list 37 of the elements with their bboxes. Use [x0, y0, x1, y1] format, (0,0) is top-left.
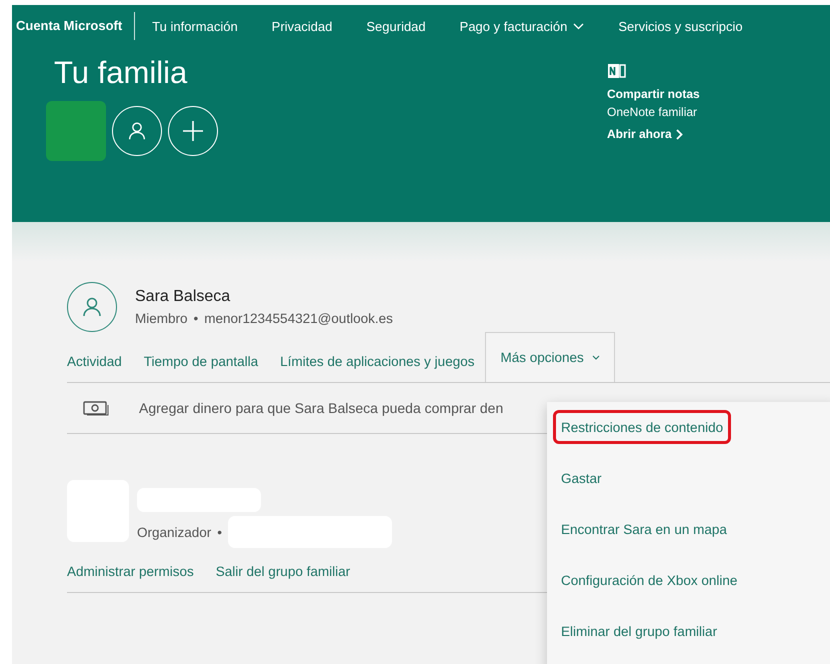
nav-link[interactable]: Pago y facturación [442, 18, 602, 34]
chevron-down-icon [573, 22, 584, 30]
organizer-action-link[interactable]: Administrar permisos [67, 552, 205, 592]
separator-dot: • [194, 311, 198, 326]
plus-icon [182, 120, 204, 142]
member-email: menor1234554321@outlook.es [204, 311, 393, 326]
chevron-down-icon [592, 355, 600, 360]
brand-title[interactable]: Cuenta Microsoft [12, 12, 136, 40]
nav-link[interactable]: Seguridad [349, 18, 443, 34]
member-role: Miembro [135, 311, 188, 326]
nav-link[interactable]: Privacidad [254, 18, 350, 34]
open-now-link[interactable]: Abrir ahora [607, 127, 700, 141]
promo-title: Compartir notas [607, 87, 700, 101]
money-icon [83, 400, 109, 416]
nav-link[interactable]: Tu información [135, 18, 255, 34]
menu-item[interactable]: Eliminar del grupo familiar [553, 614, 726, 648]
nav-link[interactable]: Servicios y suscripcio [601, 18, 760, 34]
notebook-icon [607, 61, 627, 81]
menu-item[interactable]: Restricciones de contenido [553, 410, 732, 444]
organizer-action-link[interactable]: Salir del grupo familiar [204, 552, 362, 592]
add-member-button[interactable] [168, 106, 218, 156]
notice-text: Agregar dinero para que Sara Balseca pueda comprar den [139, 400, 504, 416]
organizer-role: Organizador [137, 524, 212, 540]
person-icon [126, 120, 148, 142]
menu-item[interactable]: Configuración de Xbox online [553, 563, 746, 597]
more-options-button[interactable]: Más opciones [485, 332, 615, 382]
member-action-link[interactable]: Tiempo de pantalla [132, 342, 270, 382]
member-action-link[interactable]: Actividad [67, 342, 133, 382]
page-title: Tu familia [54, 55, 188, 91]
chevron-right-icon [676, 128, 683, 140]
menu-item[interactable]: Encontrar Sara en un mapa [553, 512, 735, 546]
menu-item[interactable]: Gastar [553, 461, 610, 495]
separator-dot: • [217, 524, 222, 540]
member-action-link[interactable]: Límites de aplicaciones y juegos [269, 342, 486, 382]
member-name: Sara Balseca [135, 288, 232, 306]
promo-subtitle: OneNote familiar [607, 105, 698, 119]
member-avatar-button[interactable] [112, 106, 162, 156]
